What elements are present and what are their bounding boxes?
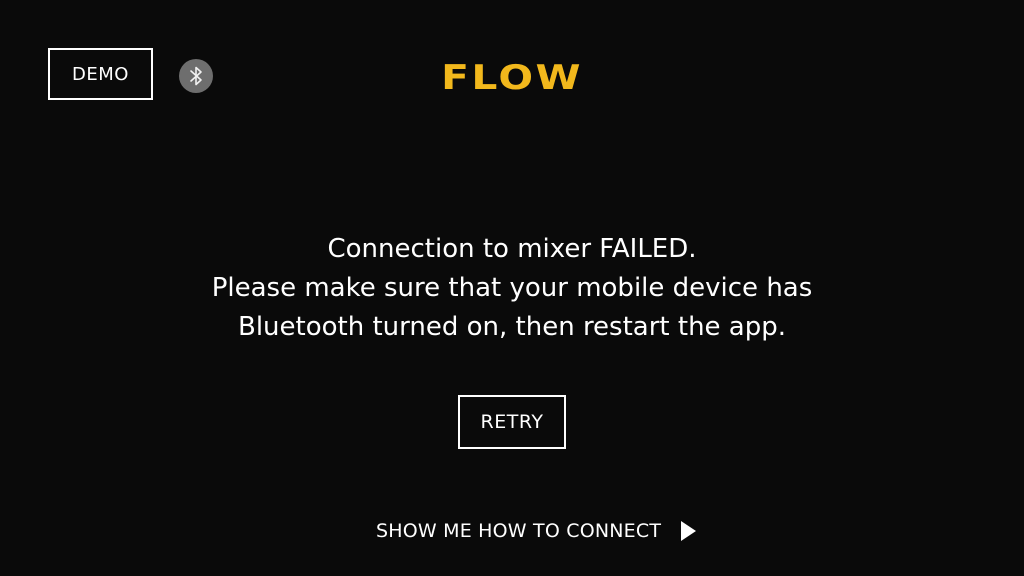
error-message-line: Please make sure that your mobile device… (211, 273, 813, 303)
logo-text: FLOW (441, 58, 583, 98)
demo-button[interactable]: DEMO (48, 48, 153, 100)
show-how-to-connect-link[interactable]: SHOW ME HOW TO CONNECT (376, 516, 706, 546)
error-message: Connection to mixer FAILED. Please make … (112, 230, 912, 347)
bluetooth-status (179, 59, 213, 93)
flow-logo: FLOW (430, 58, 593, 98)
retry-button[interactable]: RETRY (458, 395, 566, 449)
play-icon (681, 521, 696, 541)
bluetooth-icon (190, 66, 202, 86)
error-message-line: Bluetooth turned on, then restart the ap… (237, 312, 787, 342)
show-how-to-connect-label: SHOW ME HOW TO CONNECT (376, 520, 662, 542)
connection-error-screen: DEMO FLOW Connection to mixer FAILED. Pl… (0, 0, 1024, 576)
retry-button-label: RETRY (480, 411, 544, 433)
error-message-line: Connection to mixer FAILED. (327, 234, 697, 264)
demo-button-label: DEMO (72, 63, 129, 85)
